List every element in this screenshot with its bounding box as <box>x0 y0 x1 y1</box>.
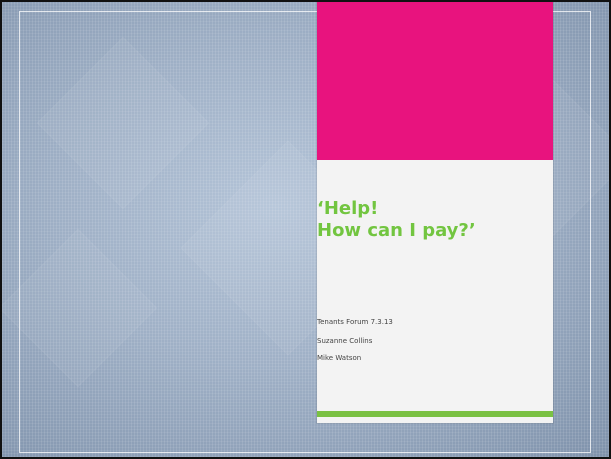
subtitle-event: Tenants Forum 7.3.13 <box>317 318 393 326</box>
accent-block <box>317 2 553 160</box>
subtitle-presenter-1: Suzanne Collins <box>317 337 373 345</box>
slide-title: ‘Help! How can I pay?’ <box>317 198 476 241</box>
title-panel: ‘Help! How can I pay?’ Tenants Forum 7.3… <box>317 2 553 423</box>
subtitle-presenter-2: Mike Watson <box>317 354 362 362</box>
title-slide: ‘Help! How can I pay?’ Tenants Forum 7.3… <box>0 0 611 459</box>
accent-bar <box>317 411 553 417</box>
